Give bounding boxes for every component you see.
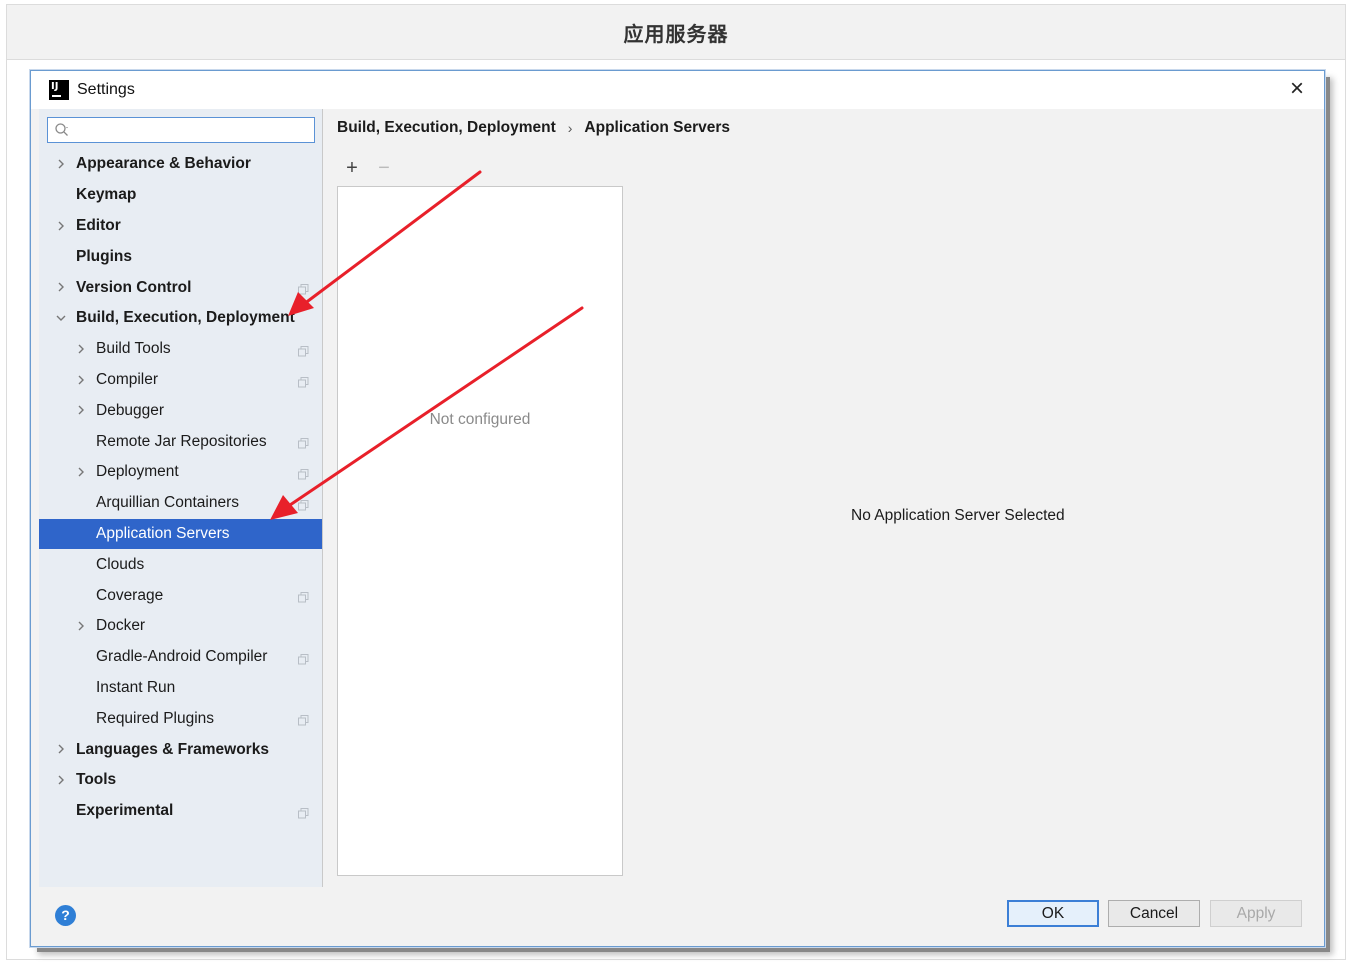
page: 应用服务器 Settings × Appearance & Behavior Ke… <box>0 0 1352 964</box>
chevron-right-icon[interactable] <box>76 375 86 385</box>
tree-item-label: Keymap <box>76 186 137 204</box>
title-bar: Settings × <box>31 71 1324 109</box>
server-list-empty-text: Not configured <box>429 411 531 428</box>
tree-item-label: Gradle-Android Compiler <box>96 648 268 666</box>
tree-item-label: Version Control <box>76 278 192 296</box>
tree-item[interactable]: Plugins <box>39 241 322 272</box>
tree-item[interactable]: Editor <box>39 211 322 242</box>
tree-item-label: Plugins <box>76 247 132 265</box>
tree-item-label: Remote Jar Repositories <box>96 432 267 450</box>
chevron-right-icon[interactable] <box>56 159 66 169</box>
tree-item-label: Docker <box>96 617 146 635</box>
close-button[interactable]: × <box>1286 77 1308 101</box>
search-input[interactable] <box>47 117 315 143</box>
tree-item[interactable]: Experimental <box>39 796 322 827</box>
tree-item[interactable]: Appearance & Behavior <box>39 149 322 180</box>
project-scope-icon <box>298 436 309 449</box>
settings-sidebar: Appearance & Behavior Keymap Editor Plugins… <box>39 109 323 887</box>
tree-item[interactable]: Clouds <box>39 549 322 580</box>
tree-item[interactable]: Debugger <box>39 395 322 426</box>
tree-item-label: Instant Run <box>96 678 176 696</box>
tree-item-label: Editor <box>76 216 121 234</box>
tree-item[interactable]: Gradle-Android Compiler <box>39 642 322 673</box>
tree-item-label: Tools <box>76 771 117 789</box>
tree-item-label: Build, Execution, Deployment <box>76 309 295 327</box>
server-list[interactable]: Not configured <box>337 186 623 876</box>
chevron-right-icon[interactable] <box>76 467 86 477</box>
tree-item[interactable]: Keymap <box>39 180 322 211</box>
tree-item-label: Debugger <box>96 401 165 419</box>
intellij-logo-icon <box>49 80 69 100</box>
remove-server-button[interactable]: − <box>375 158 393 178</box>
tree-item[interactable]: Instant Run <box>39 673 322 704</box>
tree-item[interactable]: Remote Jar Repositories <box>39 426 322 457</box>
project-scope-icon <box>298 652 309 665</box>
search-icon <box>55 123 68 136</box>
tree-item[interactable]: Required Plugins <box>39 703 322 734</box>
chevron-right-icon[interactable] <box>76 344 86 354</box>
breadcrumb-separator-icon: › <box>567 120 573 136</box>
details-empty-text: No Application Server Selected <box>851 507 1065 524</box>
chevron-right-icon[interactable] <box>56 282 66 292</box>
chevron-right-icon[interactable] <box>56 744 66 754</box>
project-scope-icon <box>298 344 309 357</box>
project-scope-icon <box>298 590 309 603</box>
tree-item-label: Coverage <box>96 586 164 604</box>
tree-item[interactable]: Tools <box>39 765 322 796</box>
server-toolbar: + − <box>343 158 393 178</box>
project-scope-icon <box>298 282 309 295</box>
project-scope-icon <box>298 467 309 480</box>
caption-title: 应用服务器 <box>623 21 729 46</box>
breadcrumb-current: Application Servers <box>584 119 730 136</box>
breadcrumb-parent[interactable]: Build, Execution, Deployment <box>337 119 556 137</box>
tree-item-label: Compiler <box>96 370 159 388</box>
tree-item[interactable]: Arquillian Containers <box>39 488 322 519</box>
project-scope-icon <box>298 498 309 511</box>
tree-item-label: Build Tools <box>96 340 171 358</box>
chevron-right-icon[interactable] <box>56 775 66 785</box>
cancel-button[interactable]: Cancel <box>1108 900 1200 927</box>
chevron-right-icon[interactable] <box>56 221 66 231</box>
tree-item-label: Languages & Frameworks <box>76 740 269 758</box>
tree-item[interactable]: Application Servers <box>39 518 322 550</box>
ok-button[interactable]: OK <box>1007 900 1099 927</box>
tree-item[interactable]: Deployment <box>39 457 322 488</box>
tree-item[interactable]: Build, Execution, Deployment <box>39 303 322 334</box>
tree-item[interactable]: Docker <box>39 611 322 642</box>
help-button[interactable]: ? <box>55 905 76 926</box>
settings-tree: Appearance & Behavior Keymap Editor Plugins… <box>39 149 322 827</box>
tree-item[interactable]: Languages & Frameworks <box>39 734 322 765</box>
tree-item[interactable]: Version Control <box>39 272 322 303</box>
chevron-down-icon[interactable] <box>56 313 66 323</box>
window-title: Settings <box>77 81 135 98</box>
project-scope-icon <box>298 375 309 388</box>
tree-item-label: Deployment <box>96 463 179 481</box>
apply-button[interactable]: Apply <box>1210 900 1302 927</box>
tree-item-label: Required Plugins <box>96 709 215 727</box>
tree-item-label: Arquillian Containers <box>96 494 240 512</box>
tree-item-label: Experimental <box>76 802 174 820</box>
tree-item-label: Clouds <box>96 555 145 573</box>
tree-item-label: Appearance & Behavior <box>76 155 251 173</box>
caption-bar: 应用服务器 <box>6 4 1346 60</box>
tree-item[interactable]: Coverage <box>39 580 322 611</box>
chevron-right-icon[interactable] <box>76 405 86 415</box>
tree-item[interactable]: Compiler <box>39 365 322 396</box>
settings-dialog: Settings × Appearance & Behavior Keymap Ed… <box>30 70 1325 947</box>
chevron-right-icon[interactable] <box>76 621 86 631</box>
project-scope-icon <box>298 713 309 726</box>
add-server-button[interactable]: + <box>343 158 361 178</box>
breadcrumb: Build, Execution, Deployment › Applicati… <box>337 119 730 137</box>
project-scope-icon <box>298 806 309 819</box>
tree-item[interactable]: Build Tools <box>39 334 322 365</box>
tree-item-label: Application Servers <box>96 524 230 542</box>
